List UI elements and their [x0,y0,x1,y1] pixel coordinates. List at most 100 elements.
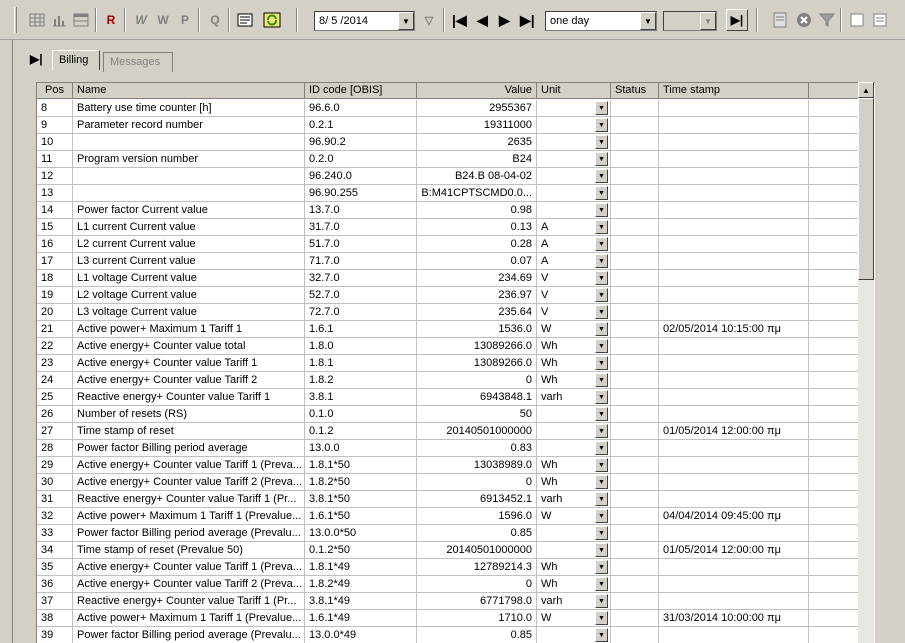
cell-unit[interactable]: V ▼ [537,287,611,304]
refresh-icon[interactable] [263,10,281,30]
chevron-down-icon[interactable]: ▼ [595,543,608,557]
table-row[interactable]: 14 Power factor Current value 13.7.0 0.98 ▼ [37,202,859,219]
list-icon[interactable] [236,10,254,30]
toolbar-grip[interactable] [14,7,17,33]
date-picker[interactable]: 8/ 5 /2014 ▼ [314,11,415,31]
cell-unit[interactable]: Wh ▼ [537,576,611,593]
chevron-down-icon[interactable]: ▼ [595,339,608,353]
table-row[interactable]: 11 Program version number 0.2.0 B24 ▼ [37,151,859,168]
chevron-down-icon[interactable]: ▼ [595,271,608,285]
table-row[interactable]: 37 Reactive energy+ Counter value Tariff … [37,593,859,610]
chevron-down-icon[interactable]: ▼ [595,305,608,319]
table-row[interactable]: 21 Active power+ Maximum 1 Tariff 1 1.6.1 1… [37,321,859,338]
table-row[interactable]: 9 Parameter record number 0.2.1 19311000 ▼ [37,117,859,134]
table-row[interactable]: 24 Active energy+ Counter value Tariff 2 1… [37,372,859,389]
chevron-down-icon[interactable]: ▼ [595,135,608,149]
document-icon[interactable] [771,10,789,30]
cell-unit[interactable]: ▼ [537,168,611,185]
tab-messages[interactable]: Messages [103,52,173,72]
table-row[interactable]: 12 96.240.0 B24.B 08-04-02 ▼ [37,168,859,185]
table-row[interactable]: 19 L2 voltage Current value 52.7.0 236.97 V ▼ [37,287,859,304]
table-row[interactable]: 25 Reactive energy+ Counter value Tariff … [37,389,859,406]
table-row[interactable]: 15 L1 current Current value 31.7.0 0.13 A ▼ [37,219,859,236]
chevron-down-icon[interactable]: ▼ [595,322,608,336]
cell-unit[interactable]: ▼ [537,525,611,542]
cell-unit[interactable]: ▼ [537,627,611,643]
chevron-down-icon[interactable]: ▽ [420,10,438,30]
parameter-icon[interactable]: P [176,10,194,30]
chevron-down-icon[interactable]: ▼ [595,186,608,200]
chevron-down-icon[interactable]: ▼ [595,152,608,166]
cell-unit[interactable]: ▼ [537,423,611,440]
table-row[interactable]: 35 Active energy+ Counter value Tariff 1 … [37,559,859,576]
cell-unit[interactable]: Wh ▼ [537,457,611,474]
chevron-down-icon[interactable]: ▼ [595,288,608,302]
chevron-down-icon[interactable]: ▼ [595,237,608,251]
table-row[interactable]: 39 Power factor Billing period average (P… [37,627,859,643]
table-row[interactable]: 32 Active power+ Maximum 1 Tariff 1 (Prev… [37,508,859,525]
next-record-icon[interactable]: ▶ [499,12,510,29]
write-all-icon[interactable]: W [132,10,150,30]
chevron-down-icon[interactable]: ▼ [595,356,608,370]
cell-unit[interactable]: varh ▼ [537,389,611,406]
query-icon[interactable]: Q [206,10,224,30]
grid-icon[interactable] [28,10,46,30]
chevron-down-icon[interactable]: ▼ [640,12,656,30]
cell-unit[interactable]: Wh ▼ [537,559,611,576]
list-view-icon[interactable] [871,10,889,30]
last-record-icon[interactable]: ▶| [520,12,535,29]
table-row[interactable]: 17 L3 current Current value 71.7.0 0.07 A ▼ [37,253,859,270]
cell-unit[interactable]: ▼ [537,202,611,219]
cell-unit[interactable]: varh ▼ [537,491,611,508]
chevron-down-icon[interactable]: ▼ [595,611,608,625]
cell-unit[interactable]: W ▼ [537,610,611,627]
tab-marker[interactable]: ▶| [22,50,44,70]
cell-unit[interactable]: Wh ▼ [537,372,611,389]
column-header-unit[interactable]: Unit [537,83,611,99]
chevron-down-icon[interactable]: ▼ [595,101,608,115]
vertical-scrollbar[interactable]: ▲ [858,82,874,643]
chevron-down-icon[interactable]: ▼ [595,628,608,642]
chevron-down-icon[interactable]: ▼ [595,475,608,489]
table-row[interactable]: 13 96.90.255 B:M41CPTSCMD0.0... ▼ [37,185,859,202]
cell-unit[interactable]: Wh ▼ [537,355,611,372]
chevron-down-icon[interactable]: ▼ [595,594,608,608]
chevron-down-icon[interactable]: ▼ [595,526,608,540]
table-row[interactable]: 34 Time stamp of reset (Prevalue 50) 0.1.2… [37,542,859,559]
close-icon[interactable] [795,10,813,30]
read-icon[interactable]: R [102,10,120,30]
cell-unit[interactable]: W ▼ [537,321,611,338]
cell-unit[interactable]: ▼ [537,117,611,134]
tab-billing[interactable]: Billing [52,50,100,70]
table-row[interactable]: 18 L1 voltage Current value 32.7.0 234.69 V ▼ [37,270,859,287]
column-header-name[interactable]: Name [73,83,305,99]
table-row[interactable]: 20 L3 voltage Current value 72.7.0 235.64 V ▼ [37,304,859,321]
column-header-id-code[interactable]: ID code [OBIS] [305,83,417,99]
chevron-down-icon[interactable]: ▼ [398,12,414,30]
chevron-down-icon[interactable]: ▼ [595,441,608,455]
chevron-down-icon[interactable]: ▼ [595,254,608,268]
cell-unit[interactable]: varh ▼ [537,593,611,610]
table-row[interactable]: 27 Time stamp of reset 0.1.2 20140501000000… [37,423,859,440]
chevron-down-icon[interactable]: ▼ [595,458,608,472]
table-row[interactable]: 28 Power factor Billing period average 13.… [37,440,859,457]
chevron-down-icon[interactable]: ▼ [595,203,608,217]
chevron-down-icon[interactable]: ▼ [595,492,608,506]
cell-unit[interactable]: ▼ [537,542,611,559]
column-header-time-stamp[interactable]: Time stamp [659,83,809,99]
scroll-thumb[interactable] [858,98,874,280]
cell-unit[interactable]: ▼ [537,151,611,168]
cell-unit[interactable]: ▼ [537,406,611,423]
chevron-down-icon[interactable]: ▼ [595,169,608,183]
chevron-down-icon[interactable]: ▼ [595,118,608,132]
chevron-down-icon[interactable]: ▼ [595,509,608,523]
cell-unit[interactable]: V ▼ [537,304,611,321]
write-icon[interactable]: W [154,10,172,30]
cell-unit[interactable]: A ▼ [537,253,611,270]
column-header-value[interactable]: Value [417,83,537,99]
cell-unit[interactable]: V ▼ [537,270,611,287]
table-row[interactable]: 16 L2 current Current value 51.7.0 0.28 A ▼ [37,236,859,253]
filter-icon[interactable] [818,10,836,30]
chart-icon[interactable] [50,10,68,30]
chevron-down-icon[interactable]: ▼ [595,577,608,591]
